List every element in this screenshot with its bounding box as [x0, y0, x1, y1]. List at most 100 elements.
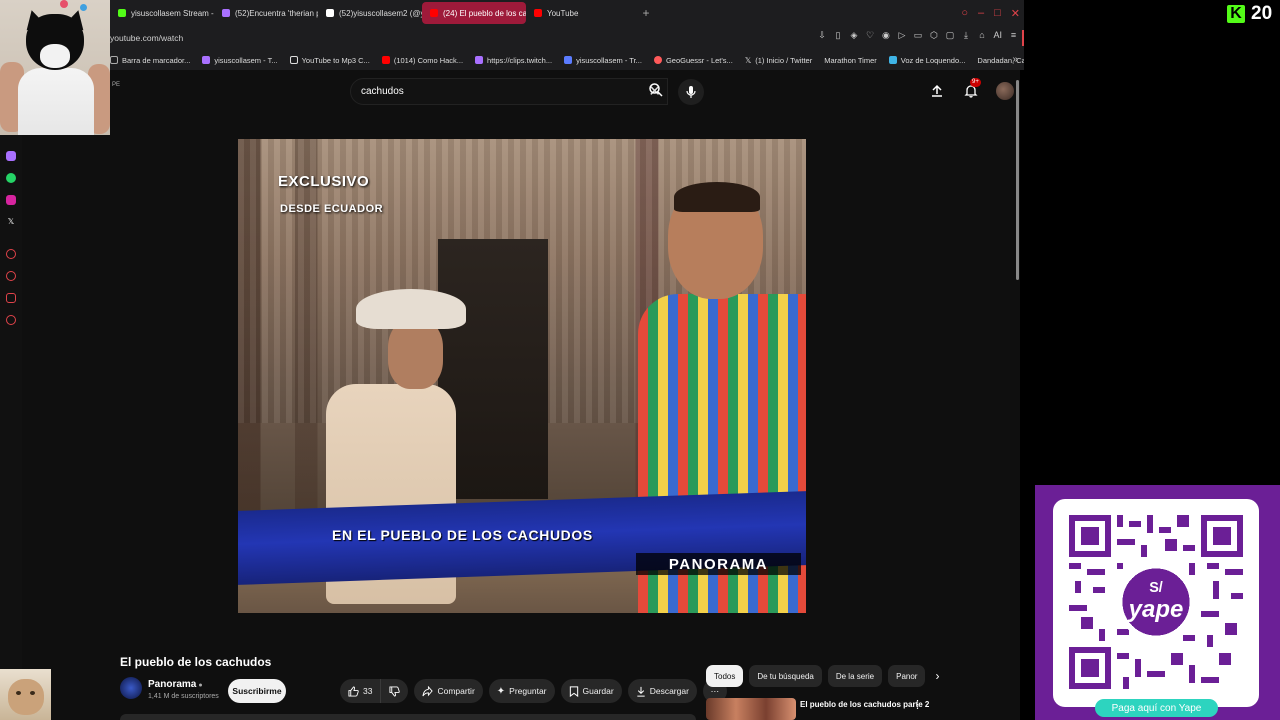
subscriber-count: 1,41 M de suscriptores	[148, 693, 219, 700]
bookmark-label: Voz de Loquendo...	[900, 55, 966, 65]
camera-icon[interactable]: ◉	[881, 30, 890, 41]
voice-search-button[interactable]	[678, 79, 704, 105]
twitch-icon	[202, 56, 211, 64]
notifications-button[interactable]: 9+	[962, 78, 981, 100]
tab-label: (52)yisuscollasem2 (@yi	[339, 8, 422, 18]
bookmark-label: Marathon Timer	[824, 55, 877, 65]
bookmark-label: Barra de marcador...	[122, 55, 191, 65]
viewer-count: 20	[1251, 3, 1273, 24]
chip-from-search[interactable]: De tu búsqueda	[749, 665, 822, 687]
player-icon[interactable]: ▭	[913, 30, 923, 41]
save-label: Guardar	[582, 686, 614, 696]
bookmark-item[interactable]: 𝕏 (1) Inicio / Twitter	[745, 56, 812, 65]
chip-from-series[interactable]: De la serie	[827, 665, 883, 687]
url-field[interactable]: youtube.com/watch	[110, 33, 183, 43]
channel-name[interactable]: Panorama	[148, 679, 196, 690]
thumbs-up-icon	[348, 685, 359, 697]
recommended-thumbnail[interactable]	[706, 698, 796, 720]
bookmark-item[interactable]: GeoGuessr - Let's...	[653, 56, 733, 65]
page-scrollbar[interactable]	[1015, 70, 1020, 720]
person-hair	[674, 182, 760, 212]
bookmarks-overflow-icon[interactable]: »	[1012, 54, 1018, 65]
tab-youtube[interactable]: YouTube	[526, 2, 586, 24]
description-box[interactable]	[120, 714, 696, 720]
recommended-video[interactable]: El pueblo de los cachudos parte 2	[706, 698, 1006, 720]
bookmark-item[interactable]: (1014) Como Hack...	[381, 56, 463, 65]
share-icon	[422, 685, 434, 696]
maximize-icon[interactable]: □	[994, 7, 1001, 19]
tab-twitch-search[interactable]: (52)Encuentra 'therian pe	[214, 2, 318, 24]
settings-icon[interactable]	[6, 315, 16, 325]
search-tabs-icon[interactable]: ○	[961, 7, 968, 19]
search-input[interactable]	[361, 86, 611, 97]
bookmark-save-icon	[569, 685, 578, 697]
tab-youtube-video[interactable]: (24) El pueblo de los cach	[422, 2, 526, 24]
video-exclusive-tag: EXCLUSIVO	[278, 173, 370, 190]
bookmark-icon[interactable]: ▯	[833, 30, 842, 41]
browser-tab-bar: yisuscollasem Stream - W (52)Encuentra '…	[110, 0, 1024, 26]
play-icon[interactable]: ▷	[897, 30, 906, 41]
search-icon[interactable]	[648, 82, 664, 98]
download-icon[interactable]: ⤓	[961, 30, 970, 41]
channel-avatar[interactable]	[120, 677, 142, 699]
save-button[interactable]: Guardar	[560, 679, 622, 703]
sparkle-icon: ✦	[496, 685, 506, 697]
bookmark-item[interactable]: Voz de Loquendo...	[888, 55, 966, 65]
heart-icon[interactable]: ♡	[865, 30, 874, 41]
channel-name-row[interactable]: Panorama ●	[148, 679, 203, 690]
qr-card: S/ yape	[1053, 499, 1259, 707]
download-button[interactable]: Descargar	[627, 679, 697, 703]
twitch-icon[interactable]	[6, 151, 16, 161]
bookmark-item[interactable]: Marathon Timer	[824, 56, 877, 65]
subscribe-button[interactable]: Suscribirme	[228, 679, 286, 703]
bookmark-item[interactable]: https://clips.twitch...	[475, 56, 552, 65]
bookmark-item[interactable]: Barra de marcador...	[110, 56, 190, 65]
person-head	[388, 319, 443, 389]
whatsapp-icon[interactable]	[6, 173, 16, 183]
recommended-title[interactable]: El pueblo de los cachudos parte 2	[800, 700, 929, 709]
new-tab-button[interactable]: +	[642, 6, 649, 20]
cat-sticker-overlay	[0, 669, 51, 720]
bookmark-item[interactable]: yisuscollasem - T...	[202, 56, 278, 65]
like-button[interactable]: 33	[340, 679, 381, 703]
yape-currency: S/	[1149, 580, 1163, 596]
chevron-right-icon[interactable]: ›	[935, 669, 939, 683]
menu-icon[interactable]: ≡	[1009, 30, 1018, 41]
download-manager-icon[interactable]: ⇩	[817, 30, 826, 41]
minimize-icon[interactable]: –	[978, 7, 984, 19]
upload-button[interactable]	[928, 82, 946, 100]
clock-icon[interactable]	[6, 271, 16, 281]
scrollbar-thumb[interactable]	[1016, 80, 1019, 280]
extensions-icon[interactable]: ⬡	[929, 30, 938, 41]
bookmark-item[interactable]: yisuscollasem - Tr...	[564, 56, 642, 65]
qr-code: S/ yape	[1069, 515, 1243, 689]
related-chips: Todos De tu búsqueda De la serie Panor ›	[706, 665, 939, 687]
address-bar: youtube.com/watch ⇩ ▯ ◈ ♡ ◉ ▷ ▭ ⬡ ▢ ⤓ ⌂ …	[110, 26, 1024, 50]
share-button[interactable]: Compartir	[414, 679, 483, 703]
cat-muzzle	[40, 44, 70, 68]
ask-label: Preguntar	[509, 686, 547, 696]
x-icon[interactable]: 𝕏	[6, 217, 16, 227]
video-player[interactable]: EXCLUSIVO DESDE ECUADOR EN EL PUEBLO DE …	[238, 139, 806, 613]
player-icon[interactable]	[6, 249, 16, 259]
tab-kick[interactable]: yisuscollasem Stream - W	[110, 2, 214, 24]
extensions-icon[interactable]	[6, 293, 16, 303]
microphone-icon	[686, 86, 696, 98]
ai-button[interactable]: AI	[993, 30, 1002, 41]
shield-icon[interactable]: ◈	[849, 30, 858, 41]
chip-channel[interactable]: Panor	[888, 665, 926, 687]
instagram-icon[interactable]	[6, 195, 16, 205]
lock-icon[interactable]: ⌂	[977, 30, 986, 41]
chip-all[interactable]: Todos	[706, 665, 744, 687]
dislike-button[interactable]	[380, 679, 409, 703]
box-icon[interactable]: ▢	[945, 30, 955, 41]
ask-button[interactable]: ✦ Preguntar	[488, 679, 555, 703]
account-avatar[interactable]	[996, 82, 1014, 100]
youtube-favicon-icon	[534, 9, 542, 17]
more-vertical-icon[interactable]: ⋮	[912, 698, 923, 711]
close-window-icon[interactable]: ✕	[1011, 7, 1020, 20]
tab-threads[interactable]: (52)yisuscollasem2 (@yi	[318, 2, 422, 24]
tab-label: (52)Encuentra 'therian pe	[235, 8, 318, 18]
search-box: ✕	[350, 78, 668, 105]
bookmark-item[interactable]: YouTube to Mp3 C...	[289, 56, 370, 65]
